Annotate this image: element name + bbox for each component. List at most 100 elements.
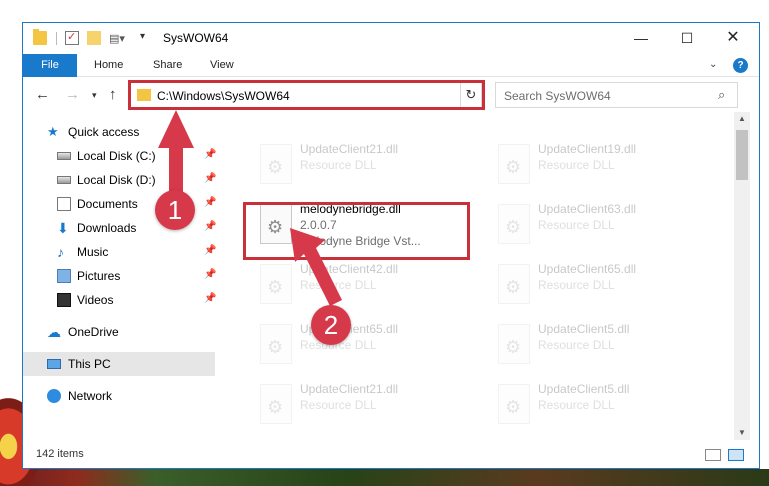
dll-file-icon (260, 324, 292, 364)
up-arrow-icon[interactable]: ↑ (109, 86, 117, 103)
file-description: Resource DLL (300, 398, 377, 412)
videos-icon (57, 293, 71, 307)
sidebar-item-videos[interactable]: Videos 📌 (23, 288, 218, 312)
dll-file-icon (260, 144, 292, 184)
search-input[interactable]: Search SysWOW64 ⌕ (495, 82, 738, 108)
minimize-button[interactable]: — (618, 23, 664, 54)
dll-file-icon (498, 264, 530, 304)
desktop-background (0, 469, 769, 486)
customize-toolbar-dropdown-icon[interactable]: ▾ (140, 31, 145, 42)
status-bar: 142 items (23, 440, 759, 468)
dll-file-icon (260, 384, 292, 424)
sidebar-item-music[interactable]: ♪ Music 📌 (23, 240, 218, 264)
address-highlight-box (128, 80, 485, 110)
dll-file-icon (498, 204, 530, 244)
pin-icon[interactable]: 📌 (204, 173, 216, 184)
back-arrow-icon[interactable]: ← (35, 86, 50, 103)
recent-locations-chevron-icon[interactable]: ▾ (92, 90, 97, 101)
help-icon[interactable]: ? (733, 58, 748, 73)
sidebar-item-label: Documents (77, 197, 138, 211)
file-description: Resource DLL (538, 278, 615, 292)
file-name: UpdateClient65.dll (538, 262, 637, 276)
ribbon-tabs: File Home Share View ⌄ ? (23, 54, 759, 77)
file-description: Resource DLL (538, 338, 615, 352)
file-item[interactable]: UpdateClient63.dll Resource DLL (486, 200, 716, 250)
title-bar: ▤▾ ▾ SysWOW64 — ☐ ✕ (23, 23, 759, 54)
sidebar-item-local-disk-c[interactable]: Local Disk (C:) 📌 (23, 144, 218, 168)
file-item[interactable]: UpdateClient65.dll Resource DLL (248, 320, 478, 370)
pin-icon[interactable]: 📌 (204, 269, 216, 280)
properties-icon[interactable] (65, 30, 79, 45)
dll-file-icon (498, 324, 530, 364)
pin-icon[interactable]: 📌 (204, 149, 216, 160)
file-highlight-box (243, 202, 470, 260)
download-icon: ⬇ (57, 220, 69, 236)
dll-file-icon (260, 264, 292, 304)
new-folder-icon[interactable] (87, 31, 101, 45)
sidebar-item-local-disk-d[interactable]: Local Disk (D:) 📌 (23, 168, 218, 192)
sidebar-item-network[interactable]: Network (23, 384, 218, 408)
pictures-icon (57, 269, 71, 283)
details-view-icon[interactable] (705, 449, 721, 461)
sidebar-item-label: Network (68, 389, 113, 403)
toolbar-divider (56, 32, 57, 45)
pin-icon[interactable]: 📌 (204, 245, 216, 256)
sidebar-item-this-pc[interactable]: This PC (23, 352, 215, 376)
forward-arrow-icon[interactable]: → (65, 86, 80, 103)
file-item[interactable]: UpdateClient21.dll Resource DLL (248, 380, 478, 430)
sidebar-item-label: This PC (68, 357, 111, 371)
sidebar-item-label: Quick access (68, 125, 140, 139)
star-icon: ★ (47, 124, 59, 139)
tab-file[interactable]: File (23, 54, 77, 77)
sidebar-item-label: Local Disk (C:) (77, 149, 156, 163)
sidebar-item-label: Videos (77, 293, 114, 307)
dll-file-icon (498, 144, 530, 184)
scroll-down-arrow-icon[interactable]: ▼ (734, 428, 750, 437)
scroll-thumb[interactable] (736, 130, 748, 180)
file-name: UpdateClient21.dll (300, 142, 399, 156)
file-item[interactable]: UpdateClient21.dll Resource DLL (248, 140, 478, 190)
folder-icon (33, 29, 47, 45)
search-icon[interactable]: ⌕ (718, 87, 725, 103)
file-item[interactable]: UpdateClient65.dll Resource DLL (486, 260, 716, 310)
scroll-up-arrow-icon[interactable]: ▲ (734, 114, 750, 123)
file-name: UpdateClient21.dll (300, 382, 399, 396)
file-name: UpdateClient5.dll (538, 382, 630, 396)
step-1-marker: 1 (155, 190, 195, 230)
file-description: Resource DLL (538, 218, 615, 232)
vertical-scrollbar[interactable]: ▲ ▼ (734, 112, 750, 440)
close-button[interactable]: ✕ (710, 23, 756, 54)
file-item[interactable]: UpdateClient42.dll Resource DLL (248, 260, 478, 310)
file-item[interactable]: UpdateClient19.dll Resource DLL (486, 140, 716, 190)
sidebar-item-label: Local Disk (D:) (77, 173, 156, 187)
cloud-icon: ☁ (47, 324, 61, 340)
view-options-icon[interactable]: ▤▾ (109, 32, 125, 45)
sidebar-item-label: Music (77, 245, 109, 259)
drive-icon (57, 152, 71, 160)
sidebar-item-pictures[interactable]: Pictures 📌 (23, 264, 218, 288)
tab-share[interactable]: Share (153, 54, 182, 77)
music-icon: ♪ (57, 244, 64, 260)
item-count: 142 items (36, 448, 84, 460)
file-description: Resource DLL (300, 158, 377, 172)
sidebar-item-onedrive[interactable]: ☁ OneDrive (23, 320, 218, 344)
file-name: UpdateClient19.dll (538, 142, 637, 156)
file-item[interactable]: UpdateClient5.dll Resource DLL (486, 380, 716, 430)
pin-icon[interactable]: 📌 (204, 197, 216, 208)
maximize-button[interactable]: ☐ (664, 23, 710, 54)
pin-icon[interactable]: 📌 (204, 221, 216, 232)
tab-view[interactable]: View (210, 54, 234, 77)
pin-icon[interactable]: 📌 (204, 293, 216, 304)
sidebar-item-quick-access[interactable]: ★ Quick access (23, 120, 218, 144)
file-name: UpdateClient63.dll (538, 202, 637, 216)
file-item[interactable]: UpdateClient5.dll Resource DLL (486, 320, 716, 370)
tab-home[interactable]: Home (94, 54, 123, 77)
file-name: UpdateClient42.dll (300, 262, 399, 276)
navigation-pane: ★ Quick access Local Disk (C:) 📌 Local D… (23, 112, 218, 440)
expand-ribbon-icon[interactable]: ⌄ (709, 59, 717, 70)
sidebar-item-label: Pictures (77, 269, 121, 283)
window-title: SysWOW64 (163, 31, 229, 45)
file-explorer-window: ▤▾ ▾ SysWOW64 — ☐ ✕ File Home Share View… (22, 22, 760, 469)
search-placeholder: Search SysWOW64 (504, 89, 611, 103)
large-icons-view-icon[interactable] (728, 449, 744, 461)
